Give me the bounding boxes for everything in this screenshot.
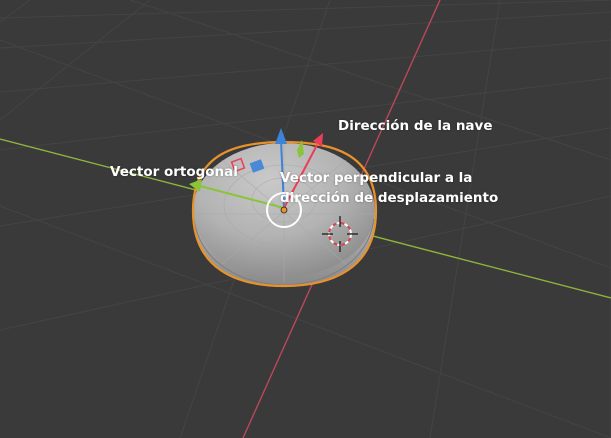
perpendicular-vector-label: Vector perpendicular a la dirección de d…	[280, 168, 498, 208]
perpendicular-label-line1: Vector perpendicular a la	[280, 170, 473, 186]
orthogonal-vector-label: Vector ortogonal	[110, 164, 238, 180]
viewport-canvas[interactable]	[0, 0, 611, 438]
ship-direction-label: Dirección de la nave	[338, 118, 493, 134]
perpendicular-label-line2: dirección de desplazamiento	[280, 190, 499, 206]
3d-viewport[interactable]: Dirección de la nave Vector ortogonal Ve…	[0, 0, 611, 438]
